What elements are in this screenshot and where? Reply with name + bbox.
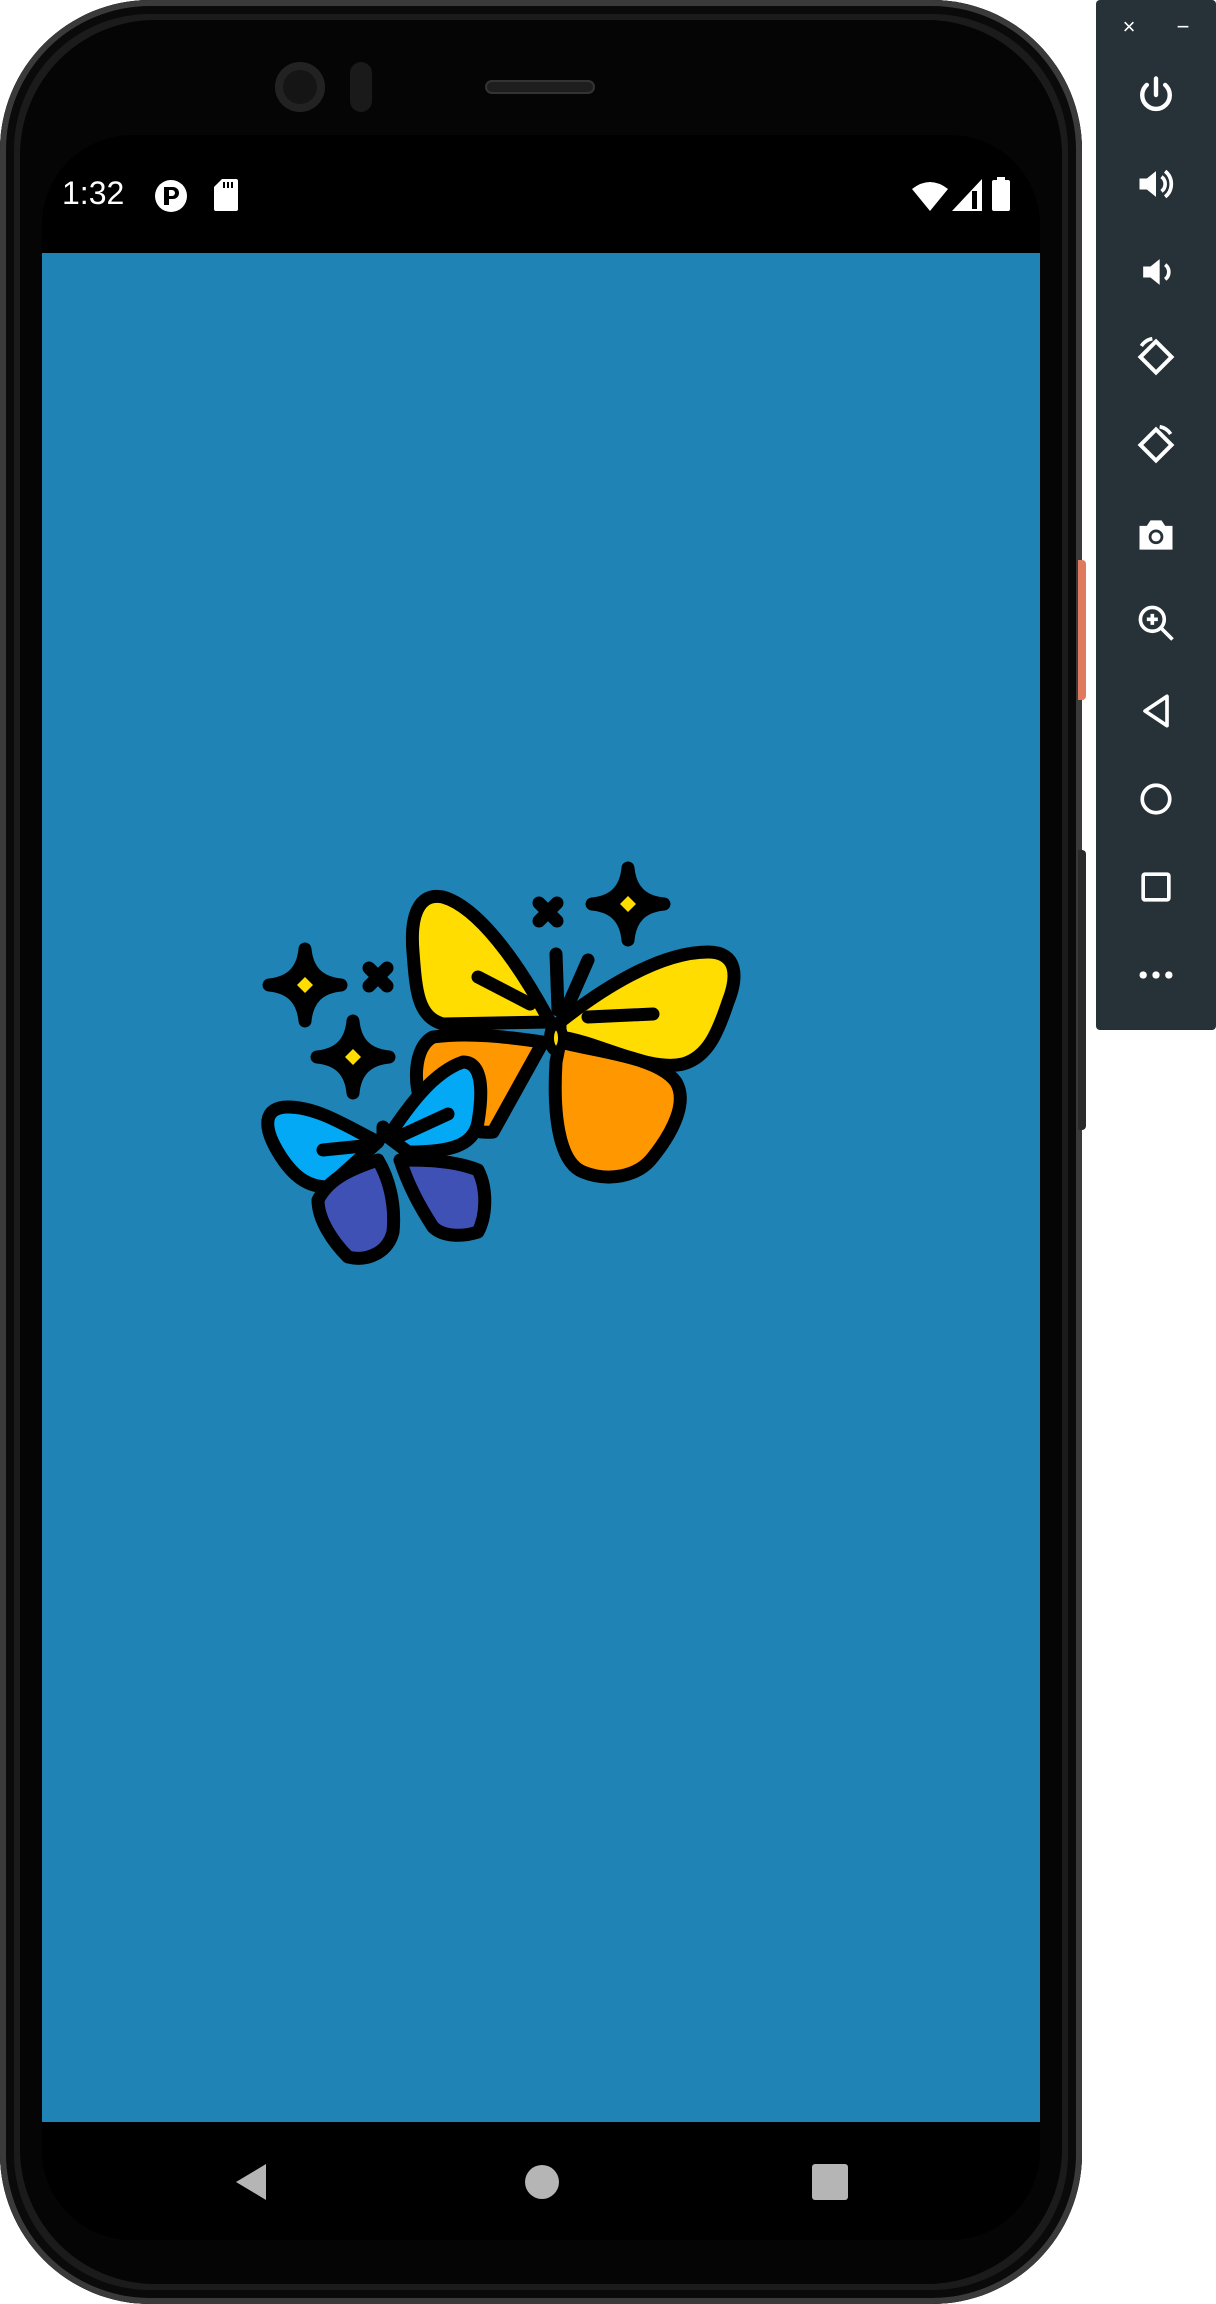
sd-card-icon [214,179,238,216]
status-bar: 1:32 [42,135,1040,253]
blue-butterfly [261,1055,492,1265]
nav-recents-button[interactable] [810,2162,850,2207]
volume-side-button[interactable] [1078,850,1086,1130]
home-circle-icon [1140,783,1172,815]
more-dots-icon [1139,971,1173,979]
cross-sparkle-icon [362,961,394,993]
power-button[interactable] [1126,65,1186,125]
volume-down-icon [1143,259,1171,285]
proximity-sensor [350,62,372,112]
front-camera [275,62,325,112]
home-button[interactable] [1126,769,1186,829]
rotate-left-icon [1137,336,1175,376]
back-triangle-icon [1143,694,1169,728]
minimize-window-button[interactable]: − [1168,12,1198,42]
earpiece-speaker [485,80,595,94]
volume-up-button[interactable] [1126,154,1186,214]
navigation-bar [42,2122,1040,2240]
rotate-right-button[interactable] [1126,415,1186,475]
zoom-button[interactable] [1126,593,1186,653]
emulator-toolbar: × − [1096,0,1216,1030]
volume-up-icon [1139,169,1174,199]
nav-home-button[interactable] [522,2162,562,2207]
close-window-button[interactable]: × [1114,12,1144,42]
app-notification-icon [154,179,188,218]
screenshot-button[interactable] [1126,505,1186,565]
volume-down-button[interactable] [1126,242,1186,302]
camera-icon [1139,520,1173,550]
power-icon [1140,76,1172,112]
rotate-right-icon [1137,424,1175,464]
rotate-left-button[interactable] [1126,327,1186,387]
overview-square-icon [1141,872,1171,902]
status-time: 1:32 [62,175,125,211]
nav-back-button[interactable] [232,2162,272,2207]
more-button[interactable] [1126,945,1186,1005]
overview-button[interactable] [1126,857,1186,917]
zoom-in-icon [1138,605,1174,641]
back-button[interactable] [1126,681,1186,741]
cross-sparkle-icon [532,896,564,928]
battery-icon [992,177,1010,216]
wifi-icon [912,181,948,216]
signal-icon [952,179,982,216]
butterflies-illustration [261,861,741,1265]
power-side-button[interactable] [1078,560,1086,700]
